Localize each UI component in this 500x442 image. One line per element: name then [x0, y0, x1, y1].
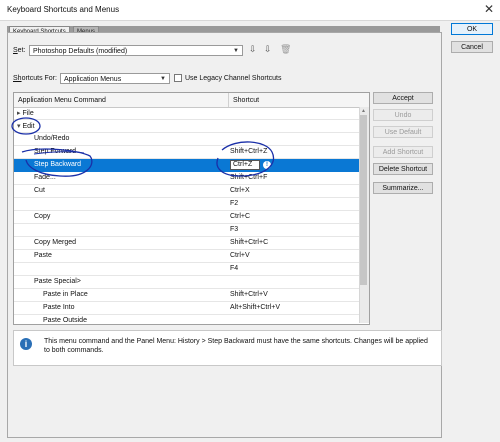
annotation-overlay [11, 117, 275, 177]
annotation-circle-edit [11, 117, 41, 135]
annotation-circle-shortcut [216, 141, 275, 177]
annotation-underline-step-forward [33, 151, 85, 155]
